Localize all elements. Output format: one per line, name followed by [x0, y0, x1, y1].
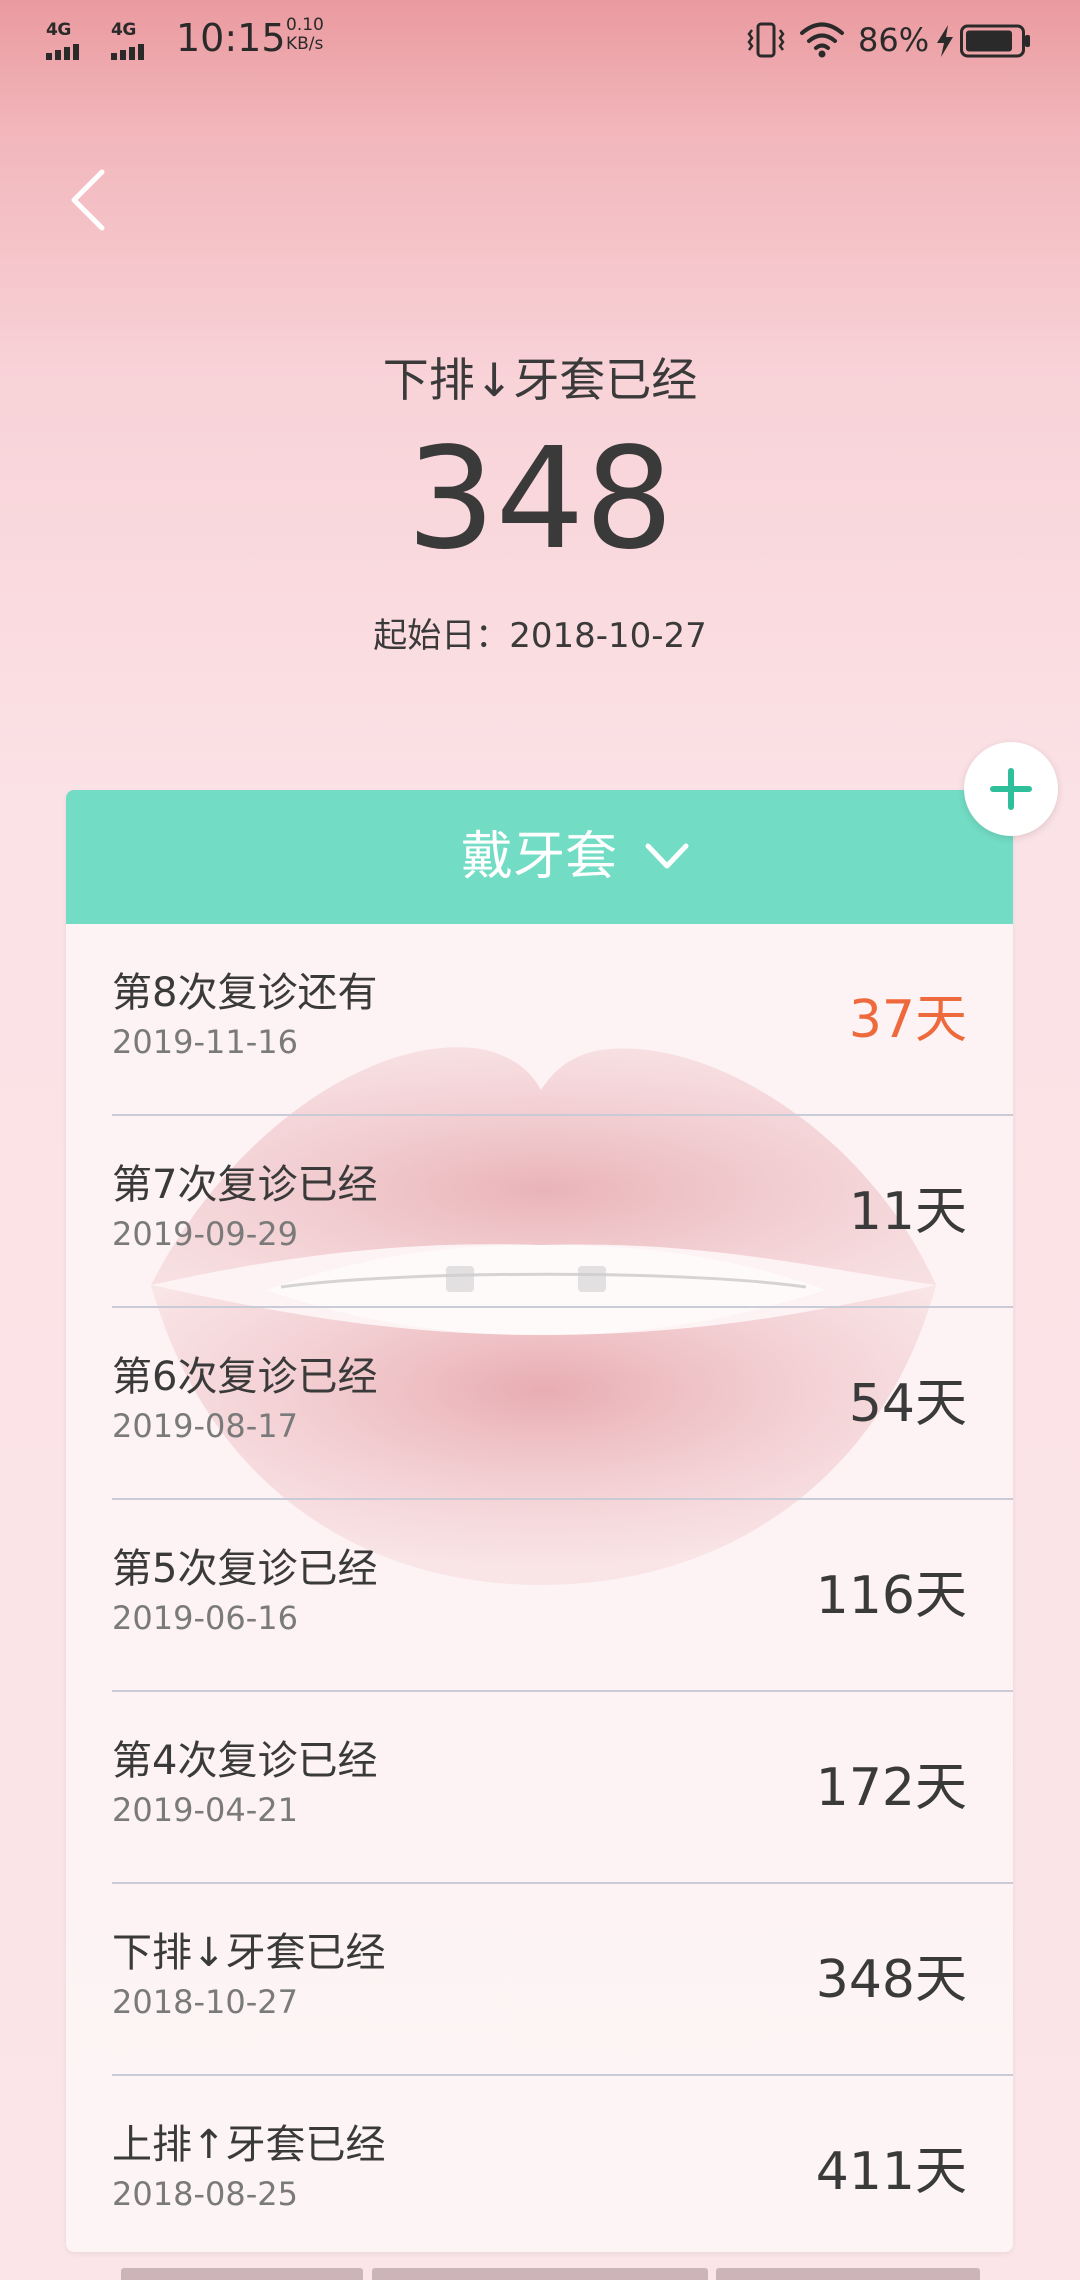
network-speed: 0.10 KB/s — [286, 16, 324, 54]
event-row[interactable]: 下排↓牙套已经 2018-10-27 348天 — [66, 1884, 1013, 2076]
chevron-down-icon — [645, 843, 689, 869]
event-row[interactable]: 上排↑牙套已经 2018-08-25 411天 — [66, 2076, 1013, 2252]
bottom-tab[interactable] — [716, 2268, 980, 2280]
event-row[interactable]: 第7次复诊已经 2019-09-29 11天 — [66, 1116, 1013, 1308]
event-date: 2019-11-16 — [112, 1023, 298, 1061]
vibrate-icon — [747, 22, 785, 58]
event-days: 172天 — [815, 1758, 967, 1818]
event-list: 第8次复诊还有 2019-11-16 37天 第7次复诊已经 2019-09-2… — [66, 924, 1013, 2252]
network-speed-value: 0.10 — [286, 15, 324, 35]
battery-percent: 86% — [858, 21, 930, 59]
event-days: 37天 — [848, 990, 967, 1050]
event-days: 348天 — [815, 1950, 967, 2010]
event-date: 2019-08-17 — [112, 1407, 298, 1445]
event-row[interactable]: 第4次复诊已经 2019-04-21 172天 — [66, 1692, 1013, 1884]
event-row[interactable]: 第5次复诊已经 2019-06-16 116天 — [66, 1500, 1013, 1692]
event-date: 2018-10-27 — [112, 1983, 298, 2021]
network-speed-unit: KB/s — [286, 34, 324, 54]
bottom-tab[interactable] — [372, 2268, 708, 2280]
event-title: 第5次复诊已经 — [112, 1546, 378, 1592]
back-button[interactable] — [56, 160, 126, 240]
plus-icon — [990, 768, 1032, 810]
counter-value: 348 — [406, 418, 674, 581]
event-title: 第7次复诊已经 — [112, 1162, 378, 1208]
bottom-tab-strip — [0, 2268, 1080, 2280]
event-title: 上排↑牙套已经 — [112, 2122, 386, 2168]
event-date: 2018-08-25 — [112, 2175, 298, 2213]
category-label: 戴牙套 — [461, 827, 618, 887]
event-days: 116天 — [815, 1566, 967, 1626]
start-date: 起始日：2018-10-27 — [373, 616, 707, 656]
status-bar: 4G 4G 10:15 0.10 KB/s 86% — [0, 0, 1080, 80]
network-type-label: 4G — [111, 20, 136, 40]
signal-strength-icon: 4G — [46, 20, 98, 60]
battery-icon — [960, 24, 1030, 58]
event-days: 54天 — [848, 1374, 967, 1434]
category-dropdown[interactable]: 戴牙套 — [66, 790, 1013, 924]
signal-strength-icon: 4G — [111, 20, 163, 60]
event-title: 下排↓牙套已经 — [112, 1930, 386, 1976]
event-date: 2019-04-21 — [112, 1791, 298, 1829]
event-row[interactable]: 第6次复诊已经 2019-08-17 54天 — [66, 1308, 1013, 1500]
back-chevron-icon — [71, 169, 105, 231]
lightning-icon — [937, 25, 953, 57]
event-title: 第4次复诊已经 — [112, 1738, 378, 1784]
events-card: 戴牙套 第8次复诊还有 2019-11-16 37天 第7次复诊已经 2019-… — [66, 790, 1013, 2252]
event-days: 411天 — [815, 2142, 967, 2202]
event-date: 2019-09-29 — [112, 1215, 298, 1253]
event-date: 2019-06-16 — [112, 1599, 298, 1637]
status-time: 10:15 — [176, 16, 286, 60]
bottom-tab[interactable] — [121, 2268, 363, 2280]
wifi-icon — [800, 22, 844, 58]
counter-title: 下排↓牙套已经 — [382, 353, 698, 407]
event-row[interactable]: 第8次复诊还有 2019-11-16 37天 — [66, 924, 1013, 1116]
event-days: 11天 — [848, 1182, 967, 1242]
network-type-label: 4G — [46, 20, 71, 40]
event-title: 第6次复诊已经 — [112, 1354, 378, 1400]
add-event-button[interactable] — [964, 742, 1058, 836]
event-title: 第8次复诊还有 — [112, 970, 378, 1016]
